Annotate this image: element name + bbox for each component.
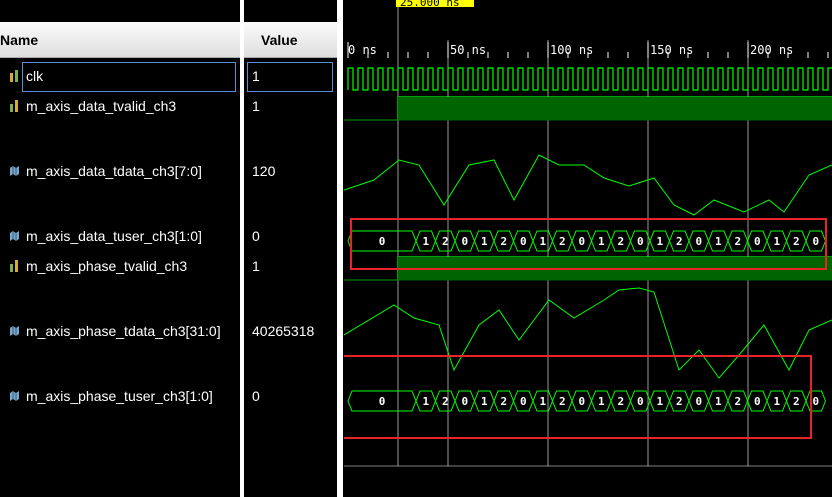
phase-tuser-bus-value: 0: [379, 395, 386, 408]
signal-value: 120: [252, 163, 276, 179]
data-tuser-bus-value: 2: [500, 235, 507, 248]
selected-value-outline: [247, 62, 333, 92]
data-tuser-bus-value: 2: [676, 235, 683, 248]
name-header-label: Name: [0, 32, 39, 48]
bit-signal-icon: [10, 260, 18, 272]
phase-tuser-bus-value: 0: [637, 395, 644, 408]
data-tuser-bus-value: 2: [442, 235, 449, 248]
bus-signal-icon: [10, 166, 19, 176]
phase-tuser-bus-value: 1: [656, 395, 663, 408]
waveform-area[interactable]: 25.000 ns 0 ns 50 ns 100 ns 150 ns 200 ns 01…: [344, 0, 832, 497]
data-tuser-bus-value: 0: [754, 235, 761, 248]
phase-tuser-bus-value: 1: [422, 395, 429, 408]
data-tuser-bus-value: 0: [520, 235, 527, 248]
signal-row-2[interactable]: m_axis_data_tdata_ch3[7:0]: [0, 161, 240, 183]
signal-name-label: m_axis_data_tuser_ch3[1:0]: [26, 228, 202, 244]
data-tuser-bus-value: 2: [793, 235, 800, 248]
phase-analog-trace: [344, 287, 832, 379]
clk-waveform: [347, 67, 832, 91]
phase-tuser-bus-value: 2: [793, 395, 800, 408]
data-tuser-bus-value: 0: [812, 235, 819, 248]
phase-tuser-bus-value: 1: [481, 395, 488, 408]
selected-row-outline: [22, 62, 236, 92]
time-tick-label: 100 ns: [550, 43, 593, 57]
phase-tuser-bus-value: 0: [812, 395, 819, 408]
signal-name-label: m_axis_phase_tvalid_ch3: [26, 258, 188, 274]
signal-value: 1: [252, 98, 260, 114]
phase-tuser-bus-value: 1: [773, 395, 780, 408]
tdata-analog-trace: [344, 154, 832, 216]
signal-value: 0: [252, 388, 260, 404]
cursor-time-label: 25.000 ns: [400, 0, 460, 9]
data-tuser-bus-value: 0: [379, 235, 386, 248]
data-tuser-bus-value: 0: [578, 235, 585, 248]
signal-name-label: m_axis_phase_tdata_ch3[31:0]: [26, 323, 221, 339]
name-column-header[interactable]: Name: [0, 22, 240, 58]
signal-value: 1: [252, 258, 260, 274]
signal-row-4[interactable]: m_axis_phase_tvalid_ch3: [0, 256, 240, 278]
data-tuser-bus-value: 2: [617, 235, 624, 248]
phase-tuser-bus-value: 1: [598, 395, 605, 408]
signal-value: 0: [252, 228, 260, 244]
time-tick-label: 50 ns: [450, 43, 486, 57]
data-tuser-bus-value: 1: [422, 235, 429, 248]
data-tuser-bus-value: 2: [734, 235, 741, 248]
time-tick-label: 200 ns: [750, 43, 793, 57]
phase-tuser-bus-value: 0: [520, 395, 527, 408]
signal-name-label: m_axis_data_tdata_ch3[7:0]: [26, 163, 202, 179]
data-tuser-bus-value: 0: [637, 235, 644, 248]
signal-row-6[interactable]: m_axis_phase_tuser_ch3[1:0]: [0, 386, 240, 408]
data-tuser-bus-value: 1: [539, 235, 546, 248]
time-tick-label: 0 ns: [348, 43, 377, 57]
phase-tuser-bus-value: 2: [500, 395, 507, 408]
signal-name-label: m_axis_data_tvalid_ch3: [26, 98, 177, 114]
value-column-header[interactable]: Value: [244, 22, 337, 58]
signal-row-5[interactable]: m_axis_phase_tdata_ch3[31:0]: [0, 321, 240, 343]
name-column: Name clk m_axis_data_tvalid_ch3 m_axis_dat…: [0, 0, 240, 497]
value-column: Value 1 1 120 0 1 40265318 0: [244, 0, 337, 497]
phase-tuser-bus-value: 2: [442, 395, 449, 408]
data-tvalid-fill: [398, 97, 832, 120]
signal-row-3[interactable]: m_axis_data_tuser_ch3[1:0]: [0, 226, 240, 248]
bit-signal-icon: [10, 100, 18, 112]
phase-tuser-bus-value: 0: [578, 395, 585, 408]
phase-tuser-bus-value: 2: [617, 395, 624, 408]
phase-tuser-bus-value: 2: [676, 395, 683, 408]
signal-row-1[interactable]: m_axis_data_tvalid_ch3: [0, 96, 240, 118]
phase-tuser-bus-value: 1: [715, 395, 722, 408]
data-tuser-bus-value: 2: [559, 235, 566, 248]
data-tuser-bus-value: 1: [773, 235, 780, 248]
phase-tuser-bus-value: 0: [754, 395, 761, 408]
pane-splitter[interactable]: [337, 0, 343, 497]
phase-tuser-bus-value: 0: [695, 395, 702, 408]
data-tuser-bus-value: 1: [481, 235, 488, 248]
value-header-label: Value: [261, 32, 298, 48]
phase-tuser-bus-value: 2: [559, 395, 566, 408]
bus-signal-icon: [10, 326, 19, 336]
data-tuser-bus-value: 0: [461, 235, 468, 248]
data-tuser-bus-value: 0: [695, 235, 702, 248]
bus-signal-icon: [10, 231, 19, 241]
data-tuser-bus-value: 1: [656, 235, 663, 248]
signal-value: 40265318: [252, 323, 315, 339]
phase-tuser-bus-value: 0: [461, 395, 468, 408]
data-tuser-bus-value: 1: [715, 235, 722, 248]
signal-name-label: m_axis_phase_tuser_ch3[1:0]: [26, 388, 213, 404]
bus-signal-icon: [10, 391, 19, 401]
phase-tuser-bus-value: 1: [539, 395, 546, 408]
data-tuser-bus-value: 1: [598, 235, 605, 248]
time-tick-label: 150 ns: [650, 43, 693, 57]
phase-tuser-bus-value: 2: [734, 395, 741, 408]
clock-signal-icon: [10, 70, 18, 82]
